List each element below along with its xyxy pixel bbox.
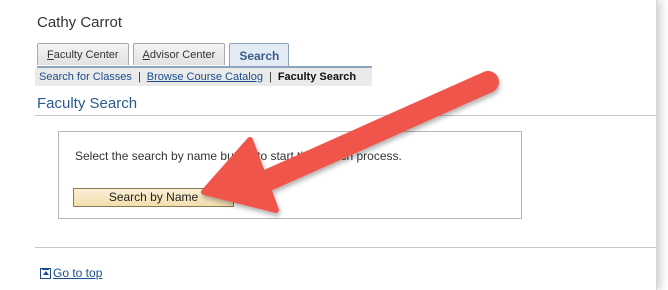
tab-label: aculty Center — [53, 49, 119, 61]
go-to-top-icon[interactable] — [40, 267, 51, 279]
tab-label: dvisor Center — [149, 49, 216, 61]
subnav-browse-course-catalog-link[interactable]: Browse Course Catalog — [147, 71, 263, 83]
tab-search[interactable]: Search — [229, 43, 290, 67]
go-to-top-link[interactable]: Go to top — [53, 266, 102, 280]
tab-accesskey: A — [142, 49, 150, 61]
page-title: Faculty Search — [37, 95, 138, 112]
tab-bar: Faculty Center Advisor Center Search — [37, 43, 293, 67]
go-to-top[interactable]: Go to top — [40, 266, 102, 280]
title-divider — [35, 115, 656, 116]
user-name: Cathy Carrot — [37, 14, 123, 31]
search-instruction: Select the search by name button to star… — [75, 149, 402, 163]
tab-accesskey: F — [47, 49, 54, 61]
tab-advisor-center[interactable]: Advisor Center — [132, 43, 226, 65]
subnav-separator: | — [137, 71, 141, 83]
subnav-search-for-classes-link[interactable]: Search for Classes — [39, 71, 132, 83]
sub-navigation: Search for Classes | Browse Course Catalog… — [35, 68, 372, 86]
bottom-divider — [35, 247, 656, 248]
subnav-faculty-search-current: Faculty Search — [277, 71, 357, 83]
search-box: Select the search by name button to star… — [58, 131, 522, 219]
tab-faculty-center[interactable]: Faculty Center — [37, 43, 129, 65]
page-frame: Cathy Carrot Faculty Center Advisor Cent… — [0, 0, 657, 290]
subnav-separator: | — [268, 71, 272, 83]
search-by-name-button[interactable]: Search by Name — [73, 188, 234, 207]
